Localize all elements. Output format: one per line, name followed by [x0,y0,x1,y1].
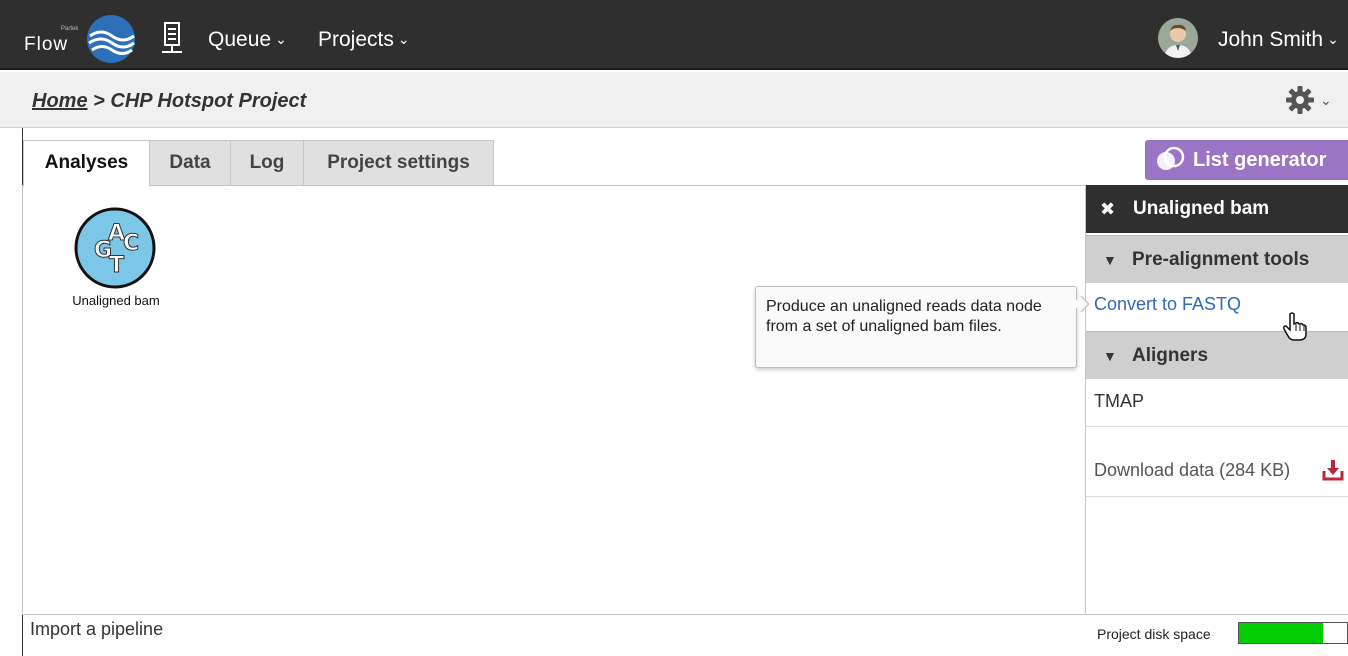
import-pipeline-link[interactable]: Import a pipeline [30,619,163,640]
wave-logo-icon [87,15,135,63]
user-avatar-icon [1158,18,1198,58]
tab-data[interactable]: Data [149,140,231,186]
task-tooltip: Produce an unaligned reads data node fro… [755,286,1077,368]
queue-menu[interactable]: Queue ⌄ [208,28,287,52]
node-label: Unaligned bam [72,293,160,308]
collapse-triangle-icon: ▼ [1103,252,1117,268]
panel-title: Unaligned bam [1133,198,1270,219]
list-generator-label: List generator [1193,149,1327,171]
panel-divider [1086,496,1348,497]
chevron-down-icon: ⌄ [275,31,287,47]
section-label: Pre-alignment tools [1132,249,1310,270]
panel-header: ✖ Unaligned bam [1086,185,1348,233]
top-navbar: Partek Flow Queue ⌄ Projects ⌄ John Smith ⌄ [0,0,1348,70]
disk-space-fill [1239,623,1324,643]
data-node-unaligned-bam[interactable]: A C G T [73,206,157,290]
download-icon[interactable] [1322,459,1344,481]
brand-small-text: Partek [61,26,79,32]
node-letter-t: T [109,253,124,278]
server-icon[interactable] [160,22,184,56]
disk-space-label: Project disk space [1097,626,1211,642]
user-menu[interactable]: John Smith ⌄ [1218,28,1339,52]
tmap-link[interactable]: TMAP [1094,391,1144,412]
tab-log[interactable]: Log [230,140,304,186]
list-generator-button[interactable]: List generator [1145,140,1348,180]
projects-menu[interactable]: Projects ⌄ [318,28,410,52]
brand-name: Flow [24,34,69,55]
panel-divider [1086,426,1348,427]
analysis-canvas[interactable]: A C G T Unaligned bam [22,185,1086,615]
node-letter-c: C [123,231,139,256]
chevron-down-icon: ⌄ [397,31,410,47]
dna-acgt-icon: A C G T [74,207,156,289]
breadcrumb-home-link[interactable]: Home [32,90,88,112]
breadcrumb-bar: Home > CHP Hotspot Project ⌄ [0,72,1348,128]
queue-label: Queue [208,28,272,51]
breadcrumb: Home > CHP Hotspot Project [32,90,306,113]
tab-project-settings[interactable]: Project settings [303,140,494,186]
user-name-label: John Smith [1218,28,1324,51]
user-avatar[interactable] [1158,18,1198,58]
close-icon[interactable]: ✖ [1100,185,1115,233]
hand-cursor-icon [1283,312,1307,341]
section-pre-alignment-tools[interactable]: ▼ Pre-alignment tools [1086,235,1348,283]
partek-flow-logo[interactable]: Partek Flow [24,14,144,64]
collapse-triangle-icon: ▼ [1103,348,1117,364]
breadcrumb-current: CHP Hotspot Project [110,90,307,112]
projects-label: Projects [318,28,394,51]
tab-analyses[interactable]: Analyses [23,140,150,187]
section-aligners[interactable]: ▼ Aligners [1086,331,1348,379]
section-label: Aligners [1132,345,1209,366]
task-menu-panel: ✖ Unaligned bam ▼ Pre-alignment tools Co… [1085,185,1348,615]
chevron-down-icon: ⌄ [1327,31,1339,47]
breadcrumb-separator: > [87,90,111,112]
gear-icon[interactable] [1284,84,1316,116]
disk-space-bar [1238,622,1348,644]
convert-to-fastq-link[interactable]: Convert to FASTQ [1094,294,1241,315]
chevron-down-icon[interactable]: ⌄ [1320,92,1332,109]
download-data-link[interactable]: Download data (284 KB) [1094,460,1290,481]
venn-circles-icon [1157,146,1185,170]
